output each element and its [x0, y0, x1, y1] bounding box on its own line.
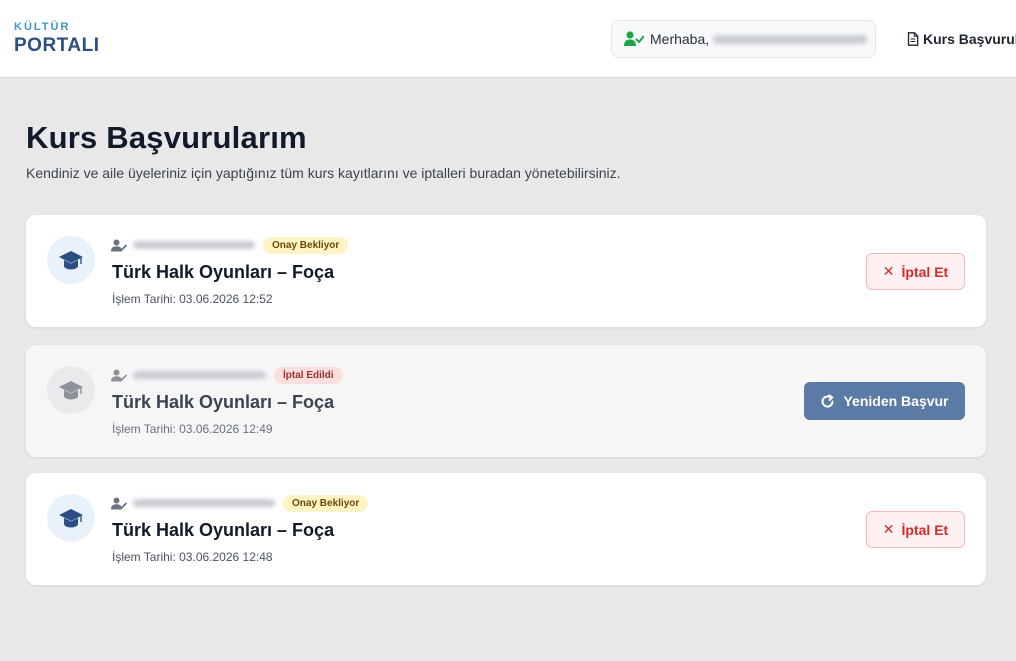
reapply-button[interactable]: Yeniden Başvur	[804, 382, 965, 420]
cancel-button-label: İptal Et	[901, 263, 949, 280]
transaction-date: İşlem Tarihi: 03.06.2026 12:52	[112, 292, 273, 306]
course-avatar	[47, 366, 95, 414]
top-navigation-bar: KÜLTÜR PORTALI Merhaba, Kurs Başvurul	[0, 0, 1016, 78]
graduation-cap-icon	[59, 509, 83, 528]
portal-logo[interactable]: KÜLTÜR PORTALI	[14, 21, 100, 56]
applicant-name-redacted	[133, 371, 266, 379]
application-card: Onay Bekliyor Türk Halk Oyunları – Foça …	[26, 215, 986, 327]
applicant-name-redacted	[133, 499, 275, 507]
application-card: İptal Edildi Türk Halk Oyunları – Foça İ…	[26, 345, 986, 457]
graduation-cap-icon	[59, 251, 83, 270]
page-subtitle: Kendiniz ve aile üyeleriniz için yaptığı…	[26, 165, 621, 181]
cancel-button-label: İptal Et	[901, 521, 949, 538]
cancel-application-button[interactable]: ✕ İptal Et	[866, 511, 965, 548]
course-title: Türk Halk Oyunları – Foça	[112, 392, 335, 412]
close-icon: ✕	[882, 263, 895, 279]
user-edit-icon	[111, 497, 127, 509]
course-avatar	[47, 494, 95, 542]
course-avatar	[47, 236, 95, 284]
transaction-date: İşlem Tarihi: 03.06.2026 12:48	[112, 550, 273, 564]
user-edit-icon	[111, 239, 127, 251]
status-badge: Onay Bekliyor	[283, 494, 369, 512]
user-greeting[interactable]: Merhaba,	[611, 20, 876, 58]
document-icon	[907, 32, 919, 46]
nav-link-label: Kurs Başvurul	[923, 31, 1016, 47]
status-badge: Onay Bekliyor	[263, 236, 349, 254]
cancel-application-button[interactable]: ✕ İptal Et	[866, 253, 965, 290]
page-title: Kurs Başvurularım	[26, 120, 307, 155]
transaction-date: İşlem Tarihi: 03.06.2026 12:49	[112, 422, 273, 436]
applicant-name-redacted	[133, 241, 255, 249]
course-title: Türk Halk Oyunları – Foça	[112, 520, 335, 540]
graduation-cap-icon	[59, 381, 83, 400]
greeting-text: Merhaba,	[650, 31, 710, 47]
close-icon: ✕	[882, 521, 895, 537]
logo-bottom-text: PORTALI	[14, 35, 100, 56]
status-badge: İptal Edildi	[274, 366, 343, 384]
applicant-row: İptal Edildi	[111, 366, 343, 384]
logo-top-text: KÜLTÜR	[14, 21, 71, 33]
applicant-row: Onay Bekliyor	[111, 236, 349, 254]
refresh-icon	[822, 393, 834, 408]
user-edit-icon	[111, 369, 127, 381]
user-name-redacted	[713, 34, 868, 44]
nav-link-kurs-basvurularim[interactable]: Kurs Başvurul	[907, 31, 1016, 47]
applicant-row: Onay Bekliyor	[111, 494, 369, 512]
course-title: Türk Halk Oyunları – Foça	[112, 262, 335, 282]
user-check-icon	[624, 31, 644, 46]
reapply-button-label: Yeniden Başvur	[843, 393, 949, 409]
application-card: Onay Bekliyor Türk Halk Oyunları – Foça …	[26, 473, 986, 585]
